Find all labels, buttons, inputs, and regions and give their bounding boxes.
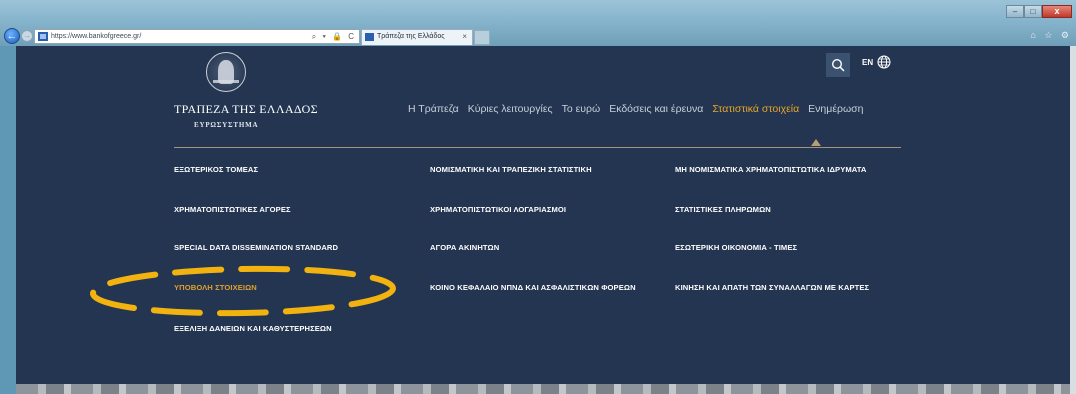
search-icon xyxy=(831,58,845,72)
brand-subtitle: ΕΥΡΩΣΥΣΤΗΜΑ xyxy=(194,121,259,129)
browser-chrome: ← → https://www.bankofgreece.gr/ ⌕ ▾ 🔒 C… xyxy=(0,0,1076,46)
language-link[interactable]: EN xyxy=(862,58,873,67)
page-footer-strip xyxy=(16,384,1070,394)
nav-item-statistics[interactable]: Στατιστικά στοιχεία xyxy=(712,103,799,117)
maximize-button[interactable]: □ xyxy=(1024,5,1042,18)
browser-tab[interactable]: Τράπεζα της Ελλάδος × xyxy=(361,29,473,45)
tab-title: Τράπεζα της Ελλάδος xyxy=(377,33,445,40)
submenu-domestic-economy-prices[interactable]: ΕΣΩΤΕΡΙΚΗ ΟΙΚΟΝΟΜΙΑ - ΤΙΜΕΣ xyxy=(675,243,797,252)
submenu-loans-arrears[interactable]: ΕΞΕΛΙΞΗ ΔΑΝΕΙΩΝ ΚΑΙ ΚΑΘΥΣΤΕΡΗΣΕΩΝ xyxy=(174,324,332,333)
submenu-non-monetary-institutions[interactable]: ΜΗ ΝΟΜΙΣΜΑΤΙΚΑ ΧΡΗΜΑΤΟΠΙΣΤΩΤΙΚΑ ΙΔΡΥΜΑΤΑ xyxy=(675,165,867,174)
nav-item-main-functions[interactable]: Κύριες λειτουργίες xyxy=(468,103,553,117)
submenu-card-transactions-fraud[interactable]: ΚΙΝΗΣΗ ΚΑΙ ΑΠΑΤΗ ΤΩΝ ΣΥΝΑΛΛΑΓΩΝ ΜΕ ΚΑΡΤΕ… xyxy=(675,283,869,292)
highlight-annotation xyxy=(90,265,396,317)
forward-arrow-icon[interactable]: → xyxy=(21,30,33,42)
search-button[interactable] xyxy=(826,53,850,77)
address-bar[interactable]: https://www.bankofgreece.gr/ ⌕ ▾ 🔒 C xyxy=(34,29,360,44)
nav-divider xyxy=(174,147,901,148)
address-url: https://www.bankofgreece.gr/ xyxy=(51,33,142,40)
address-tools-icon[interactable]: ⌕ ▾ 🔒 C xyxy=(312,30,356,43)
back-arrow-icon[interactable]: ← xyxy=(4,28,20,44)
scrollbar[interactable] xyxy=(1070,46,1076,394)
brand-name[interactable]: ΤΡΑΠΕΖΑ ΤΗΣ ΕΛΛΑΔΟΣ xyxy=(174,102,334,117)
page-edge-left xyxy=(0,46,16,394)
submenu-common-fund[interactable]: ΚΟΙΝΟ ΚΕΦΑΛΑΙΟ ΝΠΝΔ ΚΑΙ ΑΣΦΑΛΙΣΤΙΚΩΝ ΦΟΡ… xyxy=(430,283,636,292)
submenu-sdds[interactable]: SPECIAL DATA DISSEMINATION STANDARD xyxy=(174,243,338,252)
submenu-payment-statistics[interactable]: ΣΤΑΤΙΣΤΙΚΕΣ ΠΛΗΡΩΜΩΝ xyxy=(675,205,771,214)
globe-icon[interactable] xyxy=(877,55,891,69)
submenu-real-estate-market[interactable]: ΑΓΟΡΑ ΑΚΙΝΗΤΩΝ xyxy=(430,243,499,252)
main-nav: Η Τράπεζα Κύριες λειτουργίες Το ευρώ Εκδ… xyxy=(408,103,864,117)
minimize-button[interactable]: – xyxy=(1006,5,1024,18)
website-viewport: ΤΡΑΠΕΖΑ ΤΗΣ ΕΛΛΑΔΟΣ ΕΥΡΩΣΥΣΤΗΜΑ EN Η Τρά… xyxy=(16,46,1070,384)
tab-favicon-icon xyxy=(365,33,374,41)
tab-close-icon[interactable]: × xyxy=(462,30,467,44)
submenu-financial-markets[interactable]: ΧΡΗΜΑΤΟΠΙΣΤΩΤΙΚΕΣ ΑΓΟΡΕΣ xyxy=(174,205,291,214)
browser-window: ← → https://www.bankofgreece.gr/ ⌕ ▾ 🔒 C… xyxy=(0,0,1076,394)
nav-item-bank[interactable]: Η Τράπεζα xyxy=(408,103,459,117)
submenu-external-sector[interactable]: ΕΞΩΤΕΡΙΚΟΣ ΤΟΜΕΑΣ xyxy=(174,165,258,174)
new-tab-button[interactable] xyxy=(474,30,490,45)
submenu-financial-accounts[interactable]: ΧΡΗΜΑΤΟΠΙΣΤΩΤΙΚΟΙ ΛΟΓΑΡΙΑΣΜΟΙ xyxy=(430,205,566,214)
toolbar-icons[interactable]: ⌂ ☆ ⚙ xyxy=(1030,30,1072,41)
window-controls: – □ x xyxy=(1006,5,1072,19)
close-window-button[interactable]: x xyxy=(1042,5,1072,18)
bank-logo-icon[interactable] xyxy=(206,52,246,92)
site-favicon-icon xyxy=(38,32,48,41)
active-nav-pointer-icon xyxy=(811,139,821,146)
submenu-monetary-banking-statistics[interactable]: ΝΟΜΙΣΜΑΤΙΚΗ ΚΑΙ ΤΡΑΠΕΖΙΚΗ ΣΤΑΤΙΣΤΙΚΗ xyxy=(430,165,592,174)
nav-item-news[interactable]: Ενημέρωση xyxy=(808,103,863,117)
nav-item-euro[interactable]: Το ευρώ xyxy=(562,103,601,117)
nav-item-publications[interactable]: Εκδόσεις και έρευνα xyxy=(609,103,703,117)
